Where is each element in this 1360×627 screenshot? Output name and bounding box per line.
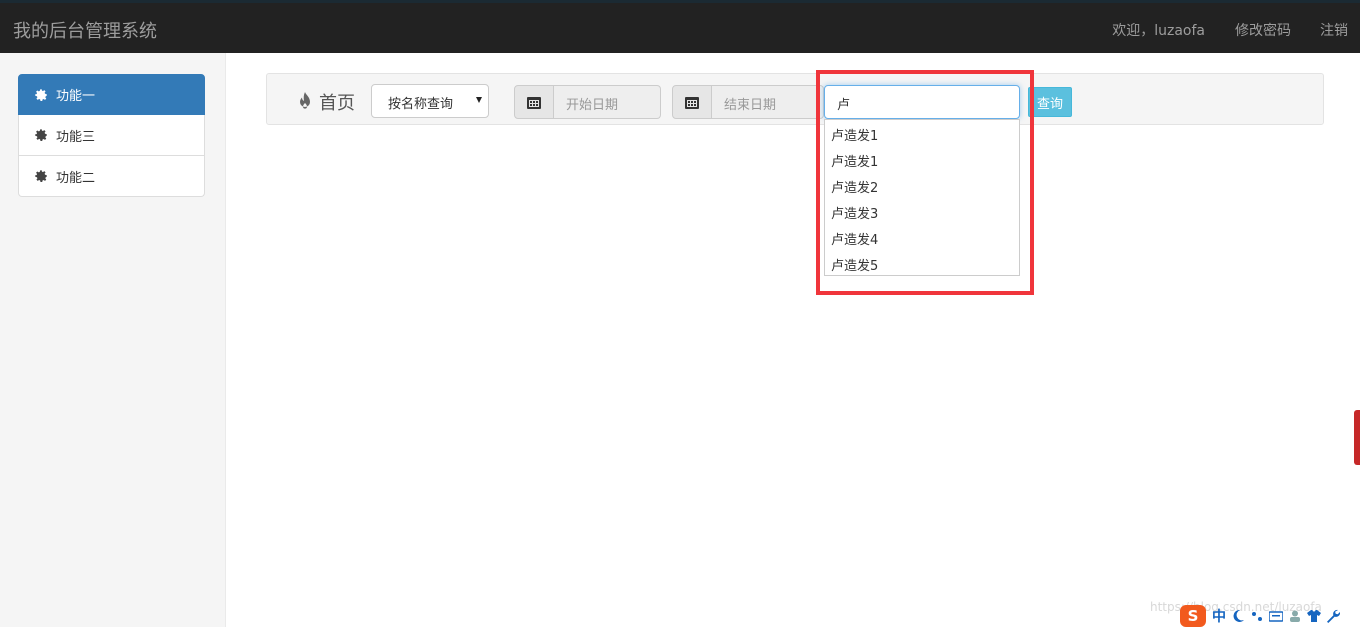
calendar-icon — [527, 96, 541, 109]
sidebar-item-label: 功能三 — [56, 129, 96, 145]
search-toolbar: 首页 按名称查询 开始日期 结束日期 卢 查询 — [266, 73, 1324, 125]
sidebar-item-feature-1[interactable]: 功能一 — [18, 74, 205, 115]
end-date-group: 结束日期 — [672, 85, 824, 119]
punctuation-icon[interactable] — [1250, 609, 1264, 623]
gear-icon — [35, 170, 47, 183]
sidebar-menu: 功能一 功能三 功能二 — [18, 74, 205, 197]
home-label: 首页 — [319, 93, 355, 114]
ime-mode[interactable]: 中 — [1212, 606, 1226, 626]
welcome-link[interactable]: 欢迎，luzaofa — [1112, 20, 1205, 40]
fire-icon — [300, 92, 310, 109]
top-navbar: 我的后台管理系统 欢迎，luzaofa 修改密码 注销 — [0, 0, 1360, 53]
start-date-calendar-button[interactable] — [514, 85, 554, 119]
sidebar-item-label: 功能二 — [56, 170, 96, 186]
caret-down-icon — [476, 97, 482, 103]
shirt-icon[interactable] — [1307, 609, 1321, 623]
end-date-input[interactable]: 结束日期 — [712, 85, 824, 119]
sidebar: 功能一 功能三 功能二 — [0, 53, 226, 627]
logout-link[interactable]: 注销 — [1320, 20, 1348, 40]
gear-icon — [35, 88, 47, 101]
start-date-group: 开始日期 — [514, 85, 661, 119]
gear-icon — [35, 129, 47, 142]
user-icon[interactable] — [1288, 609, 1302, 623]
sidebar-item-feature-2[interactable]: 功能二 — [18, 156, 205, 197]
end-date-calendar-button[interactable] — [672, 85, 712, 119]
wrench-icon[interactable] — [1326, 609, 1340, 623]
calendar-icon — [685, 96, 699, 109]
highlight-box — [816, 70, 1034, 295]
edge-widget[interactable] — [1354, 410, 1360, 465]
change-password-link[interactable]: 修改密码 — [1235, 20, 1291, 40]
sidebar-item-label: 功能一 — [56, 89, 96, 104]
keyboard-icon[interactable] — [1269, 609, 1283, 623]
start-date-input[interactable]: 开始日期 — [554, 85, 661, 119]
query-button[interactable]: 查询 — [1028, 87, 1072, 117]
ime-logo-icon[interactable]: S — [1180, 605, 1206, 627]
moon-icon[interactable] — [1231, 609, 1245, 623]
home-breadcrumb[interactable]: 首页 — [297, 89, 355, 115]
sidebar-item-feature-3[interactable]: 功能三 — [18, 115, 205, 156]
app-title[interactable]: 我的后台管理系统 — [13, 17, 157, 43]
query-type-value: 按名称查询 — [388, 97, 454, 112]
query-type-select[interactable]: 按名称查询 — [371, 84, 489, 118]
ime-toolbar: S 中 — [1180, 605, 1340, 627]
